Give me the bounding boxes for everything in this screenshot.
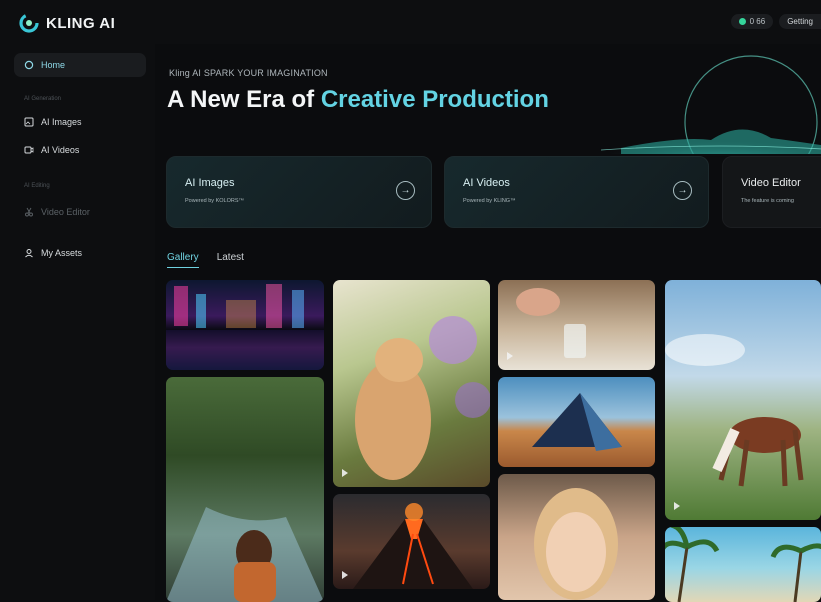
pouring-water-image <box>516 288 586 358</box>
sidebar-item-label: AI Images <box>41 117 82 127</box>
tab-gallery[interactable]: Gallery <box>167 252 199 268</box>
video-icon <box>24 146 34 154</box>
sidebar-item-video-editor[interactable]: Video Editor <box>14 200 146 224</box>
section-label-generation: AI Generation <box>24 96 62 102</box>
sidebar-item-home[interactable]: Home <box>14 53 146 77</box>
top-right-actions: 0 66 Getting <box>730 14 821 29</box>
hero-eyebrow: Kling AI SPARK YOUR IMAGINATION <box>169 68 328 78</box>
credits-badge[interactable]: 0 66 <box>730 14 774 29</box>
brand-name: KLING AI <box>46 14 116 32</box>
credit-icon <box>738 18 746 25</box>
image-icon <box>24 117 34 127</box>
hero-planet-artwork <box>601 55 821 154</box>
credits-value: 0 66 <box>749 17 766 26</box>
gallery-item-city-night[interactable] <box>166 280 324 370</box>
card-ai-images[interactable]: AI Images Powered by KOLORS™ → <box>166 156 432 228</box>
forest-river-image <box>166 507 324 602</box>
card-title: AI Videos <box>463 177 510 189</box>
user-icon <box>25 249 33 258</box>
headline-prefix: A New Era of <box>167 86 321 113</box>
palm-beach-image <box>665 527 821 602</box>
hero-headline: A New Era of Creative Production <box>167 86 549 114</box>
card-ai-videos[interactable]: AI Videos Powered by KLING™ → <box>444 156 709 228</box>
main-content: Kling AI SPARK YOUR IMAGINATION A New Er… <box>155 44 821 602</box>
play-icon <box>674 502 680 510</box>
sidebar-item-my-assets[interactable]: My Assets <box>14 241 146 265</box>
volcano-image <box>353 503 473 589</box>
gallery-tabs: Gallery Latest <box>167 252 244 268</box>
card-subtitle: Powered by KLING™ <box>463 198 516 204</box>
horse-field-image <box>665 334 804 487</box>
gallery-item-glass-pyramid[interactable] <box>498 377 655 467</box>
tab-latest[interactable]: Latest <box>217 252 244 268</box>
getting-started-button[interactable]: Getting <box>779 14 821 29</box>
sidebar-item-label: My Assets <box>41 248 83 258</box>
arrow-right-icon[interactable]: → <box>673 181 692 200</box>
logo[interactable]: KLING AI <box>18 12 115 34</box>
kling-ai-app: KLING AI 0 66 Getting Home AI Generation… <box>0 0 821 602</box>
glass-pyramid-image <box>532 393 622 451</box>
gallery-item-cat-flowers[interactable] <box>333 280 490 487</box>
sidebar-item-label: Video Editor <box>41 207 90 217</box>
gallery-item-palm-beach[interactable] <box>665 527 821 602</box>
card-title: Video Editor <box>741 177 801 189</box>
scissors-icon <box>25 207 33 217</box>
city-night-image <box>166 284 324 370</box>
play-icon <box>507 352 513 360</box>
sidebar-item-label: AI Videos <box>41 145 80 155</box>
card-title: AI Images <box>185 177 235 189</box>
home-icon <box>24 60 34 70</box>
cat-flowers-image <box>355 316 490 480</box>
kling-logo-icon <box>19 13 39 33</box>
woman-portrait-image <box>534 488 618 600</box>
gallery-item-pouring-water[interactable] <box>498 280 655 370</box>
gallery-item-forest-river[interactable] <box>166 377 324 602</box>
play-icon <box>342 469 348 477</box>
card-video-editor[interactable]: Video Editor The feature is coming <box>722 156 821 228</box>
arrow-right-icon[interactable]: → <box>396 181 415 200</box>
top-bar: KLING AI 0 66 Getting <box>0 0 821 44</box>
sidebar-item-ai-images[interactable]: AI Images <box>14 110 146 134</box>
play-icon <box>342 571 348 579</box>
gallery-item-woman-portrait[interactable] <box>498 474 655 600</box>
sidebar: Home AI Generation AI Images AI Videos A… <box>0 44 155 600</box>
gallery-item-volcano[interactable] <box>333 494 490 589</box>
gallery-item-horse-field[interactable] <box>665 280 821 520</box>
headline-accent: Creative Production <box>320 86 549 113</box>
sidebar-item-label: Home <box>41 60 66 70</box>
sidebar-item-ai-videos[interactable]: AI Videos <box>14 138 146 162</box>
section-label-editing: AI Editing <box>24 183 50 189</box>
card-subtitle: Powered by KOLORS™ <box>185 198 244 204</box>
card-subtitle: The feature is coming <box>741 198 794 204</box>
